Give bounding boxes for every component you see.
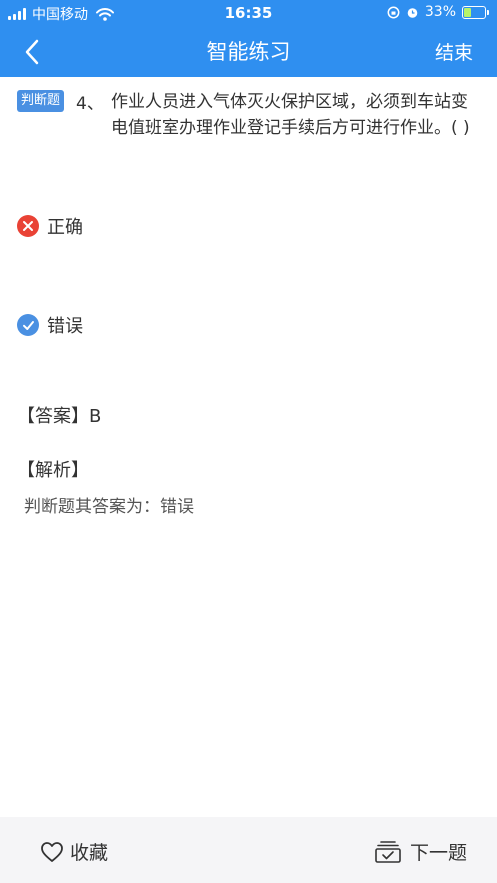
analysis-title: 【解析】: [17, 460, 89, 481]
option-true[interactable]: 正确: [17, 213, 83, 239]
battery-percent: 33%: [424, 4, 456, 20]
x-icon: [17, 215, 39, 237]
favorite-button[interactable]: 收藏: [40, 838, 108, 865]
option-label: 错误: [47, 316, 83, 337]
question-text: 作业人员进入气体灭火保护区域，必须到车站变电值班室办理作业登记手续后方可进行作业…: [111, 92, 470, 138]
screen: 中国移动 16:35 33% 智能练习 结束 判断题 4、 作业人员进入气体灭火…: [0, 0, 497, 883]
next-label: 下一题: [409, 842, 467, 864]
question-number: 4、: [76, 94, 104, 114]
nav-bar: 智能练习 结束: [0, 26, 497, 77]
battery-icon: [462, 5, 489, 19]
status-bar: 中国移动 16:35 33%: [0, 0, 497, 26]
next-card-icon: [375, 840, 401, 863]
check-icon: [17, 314, 39, 336]
option-false[interactable]: 错误: [17, 312, 83, 338]
header: 中国移动 16:35 33% 智能练习 结束: [0, 0, 497, 77]
option-label: 正确: [47, 217, 83, 238]
rotation-lock-icon: [387, 6, 400, 18]
next-question-button[interactable]: 下一题: [374, 838, 467, 865]
analysis-text: 判断题其答案为：错误: [24, 497, 194, 517]
favorite-label: 收藏: [70, 842, 109, 864]
heart-icon: [41, 841, 63, 862]
bottom-bar: 收藏 下一题: [0, 817, 497, 883]
alarm-icon: [407, 7, 418, 18]
question-type-badge: 判断题: [17, 90, 65, 112]
page-title: 智能练习: [206, 40, 291, 64]
end-button[interactable]: 结束: [435, 38, 473, 65]
status-right: 33%: [387, 4, 489, 20]
answer-label: 【答案】B: [17, 406, 102, 427]
